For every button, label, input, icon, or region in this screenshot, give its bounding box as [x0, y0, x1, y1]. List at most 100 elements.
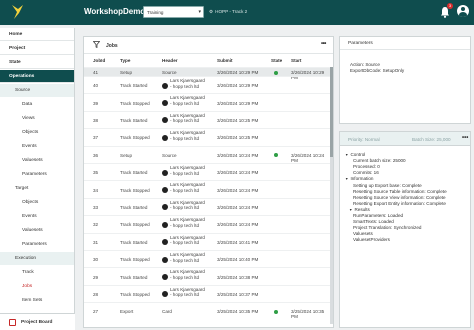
- table-row[interactable]: 27 Export Card 3/25/2024 10:35 PM 3/25/2024 …: [84, 302, 331, 319]
- jobs-panel: Jobs ••• JobId Type Header Submit State …: [83, 36, 334, 328]
- table-row[interactable]: 33 Track Started Lars Kjaersgaard - hopp te…: [84, 197, 331, 215]
- tree-item[interactable]: ▼ Control: [345, 152, 365, 157]
- sidebar-item-source-valuesets[interactable]: Valuesets: [0, 154, 74, 167]
- jobs-scrollbar[interactable]: [330, 67, 333, 324]
- caret-down-icon[interactable]: ▼: [345, 153, 348, 157]
- batch-size-label: Batch Size: 25,000: [412, 137, 451, 142]
- tree-item-text: Information: [350, 176, 374, 182]
- job-id: 37: [93, 135, 99, 141]
- job-header-line2: - hopp tech ltd: [170, 222, 200, 228]
- column-header-submit[interactable]: Submit: [217, 58, 233, 63]
- caret-down-icon[interactable]: ▼: [345, 177, 348, 181]
- avatar-body: [459, 12, 467, 17]
- tree-item: Setting up Export base: Complete: [353, 183, 422, 188]
- sidebar-item-target-valuesets[interactable]: Valuesets: [0, 224, 74, 237]
- job-type: Track Started: [120, 170, 148, 176]
- sidebar-item-target-objects[interactable]: Objects: [0, 196, 74, 209]
- job-header-line2: - hopp tech ltd: [170, 257, 200, 263]
- job-header: Lars Kjaersgaard - hopp tech ltd: [170, 95, 205, 106]
- table-row[interactable]: 41 Setup Source 3/26/2024 10:29 PM 3/26/2024…: [84, 67, 331, 80]
- sidebar-item-track[interactable]: Track: [0, 266, 74, 279]
- table-row[interactable]: 40 Track Started Lars Kjaersgaard - hopp te…: [84, 76, 331, 93]
- app-title: WorkshopDemo: [84, 7, 146, 16]
- sidebar-item-source-parameters[interactable]: Parameters: [0, 168, 74, 181]
- parameters-title: Parameters: [340, 37, 470, 50]
- batch-more-options-icon[interactable]: •••: [462, 135, 468, 141]
- app-logo-icon[interactable]: [10, 4, 24, 20]
- tree-item-text: Current batch size: 25000: [353, 158, 406, 164]
- column-header-state[interactable]: State: [271, 58, 282, 63]
- tree-item[interactable]: ▼ Results: [349, 207, 370, 212]
- job-header-line1: Lars Kjaersgaard: [170, 165, 205, 170]
- job-header-line2: - hopp tech ltd: [170, 118, 200, 124]
- job-submit: 3/26/2024 10:24 PM: [217, 170, 259, 176]
- column-header-start[interactable]: Start: [291, 58, 301, 63]
- tree-item: ValuesetProviders: [353, 237, 390, 242]
- sidebar-item-source-data[interactable]: Data: [0, 98, 74, 111]
- table-row[interactable]: 31 Track Started Lars Kjaersgaard - hopp te…: [84, 232, 331, 250]
- caret-down-icon[interactable]: ▼: [349, 208, 352, 212]
- tree-item-text: Project Translation: Synchronized: [353, 225, 422, 231]
- column-header-type[interactable]: Type: [120, 58, 130, 63]
- table-row[interactable]: 29 Track Started Lars Kjaersgaard - hopp te…: [84, 267, 331, 284]
- job-header: Lars Kjaersgaard - hopp tech ltd: [170, 235, 205, 246]
- top-bar: WorkshopDemo Training ▾ ⚙ HOPP - Track 2 …: [0, 0, 474, 25]
- column-header-jobid[interactable]: JobId: [93, 58, 105, 63]
- state-complete-icon: [274, 309, 278, 314]
- tree-item-text: Results: [354, 206, 370, 212]
- jobs-scrollbar-thumb[interactable]: [330, 67, 333, 157]
- tree-item[interactable]: ▼ Information: [345, 176, 373, 181]
- job-type: Track Stopped: [120, 257, 150, 263]
- job-submit: 3/25/2024 10:41 PM: [217, 239, 259, 245]
- sidebar-item-operations[interactable]: Operations: [0, 70, 74, 83]
- github-icon: [162, 117, 168, 124]
- job-header: Lars Kjaersgaard - hopp tech ltd: [170, 269, 205, 280]
- table-row[interactable]: 37 Track Stopped Lars Kjaersgaard - hopp te…: [84, 128, 331, 145]
- job-submit: 3/26/2024 10:24 PM: [217, 152, 259, 158]
- project-board-button[interactable]: Project Board: [0, 313, 75, 330]
- environment-select[interactable]: Training ▾: [143, 6, 204, 18]
- sidebar-item-source-views[interactable]: Views: [0, 112, 74, 125]
- job-type: Track Stopped: [120, 135, 150, 141]
- job-header: Lars Kjaersgaard - hopp tech ltd: [170, 113, 205, 124]
- job-submit: 3/26/2024 10:24 PM: [217, 204, 259, 210]
- sidebar-item-project[interactable]: Project: [0, 42, 74, 55]
- avatar[interactable]: [457, 5, 469, 17]
- table-row[interactable]: 28 Track Stopped Lars Kjaersgaard - hopp te…: [84, 284, 331, 302]
- job-type: Track Started: [120, 83, 148, 89]
- tree-item-text: Resetting Export Entity information: Com…: [353, 200, 446, 206]
- sidebar-item-target[interactable]: Target: [0, 182, 74, 195]
- sidebar-item-execution[interactable]: Execution: [0, 252, 74, 265]
- tree-item: Current batch size: 25000: [353, 158, 406, 163]
- sidebar-item-jobs[interactable]: Jobs: [0, 280, 74, 293]
- sidebar-item-target-events[interactable]: Events: [0, 210, 74, 223]
- batch-header: Priority: Normal Batch Size: 25,000 •••: [340, 132, 470, 146]
- sidebar-item-target-parameters[interactable]: Parameters: [0, 238, 74, 251]
- sidebar-item-item-sets[interactable]: Item Sets: [0, 294, 74, 307]
- table-row[interactable]: 38 Track Started Lars Kjaersgaard - hopp te…: [84, 110, 331, 128]
- table-row[interactable]: 35 Track Started Lars Kjaersgaard - hopp te…: [84, 163, 331, 180]
- sidebar-item-source[interactable]: Source: [0, 84, 74, 97]
- more-options-icon[interactable]: •••: [321, 41, 326, 47]
- sidebar-item-state[interactable]: State: [0, 56, 74, 69]
- sidebar-item-source-objects[interactable]: Objects: [0, 126, 74, 139]
- sidebar-item-home[interactable]: Home: [0, 28, 74, 41]
- job-header: Lars Kjaersgaard - hopp tech ltd: [170, 287, 205, 298]
- table-row[interactable]: 30 Track Stopped Lars Kjaersgaard - hopp te…: [84, 250, 331, 267]
- column-header-header[interactable]: Header: [162, 58, 178, 63]
- table-row[interactable]: 32 Track Stopped Lars Kjaersgaard - hopp te…: [84, 215, 331, 232]
- job-type: Track Stopped: [120, 187, 150, 193]
- job-submit: 3/26/2024 10:29 PM: [217, 100, 259, 106]
- github-icon: [162, 134, 168, 141]
- github-icon: [162, 221, 168, 228]
- job-type: Track Started: [120, 239, 148, 245]
- sidebar-item-source-events[interactable]: Events: [0, 140, 74, 153]
- table-row[interactable]: 39 Track Stopped Lars Kjaersgaard - hopp te…: [84, 93, 331, 110]
- table-row[interactable]: 36 Setup Source 3/26/2024 10:24 PM 3/26/2024…: [84, 145, 331, 163]
- job-submit: 3/25/2024 10:35 PM: [217, 309, 259, 315]
- job-submit: 3/26/2024 10:25 PM: [217, 117, 259, 123]
- filter-icon[interactable]: [93, 41, 100, 48]
- project-board-label: Project Board: [21, 319, 53, 325]
- table-row[interactable]: 34 Track Stopped Lars Kjaersgaard - hopp te…: [84, 180, 331, 197]
- job-header-line2: - hopp tech ltd: [170, 83, 200, 89]
